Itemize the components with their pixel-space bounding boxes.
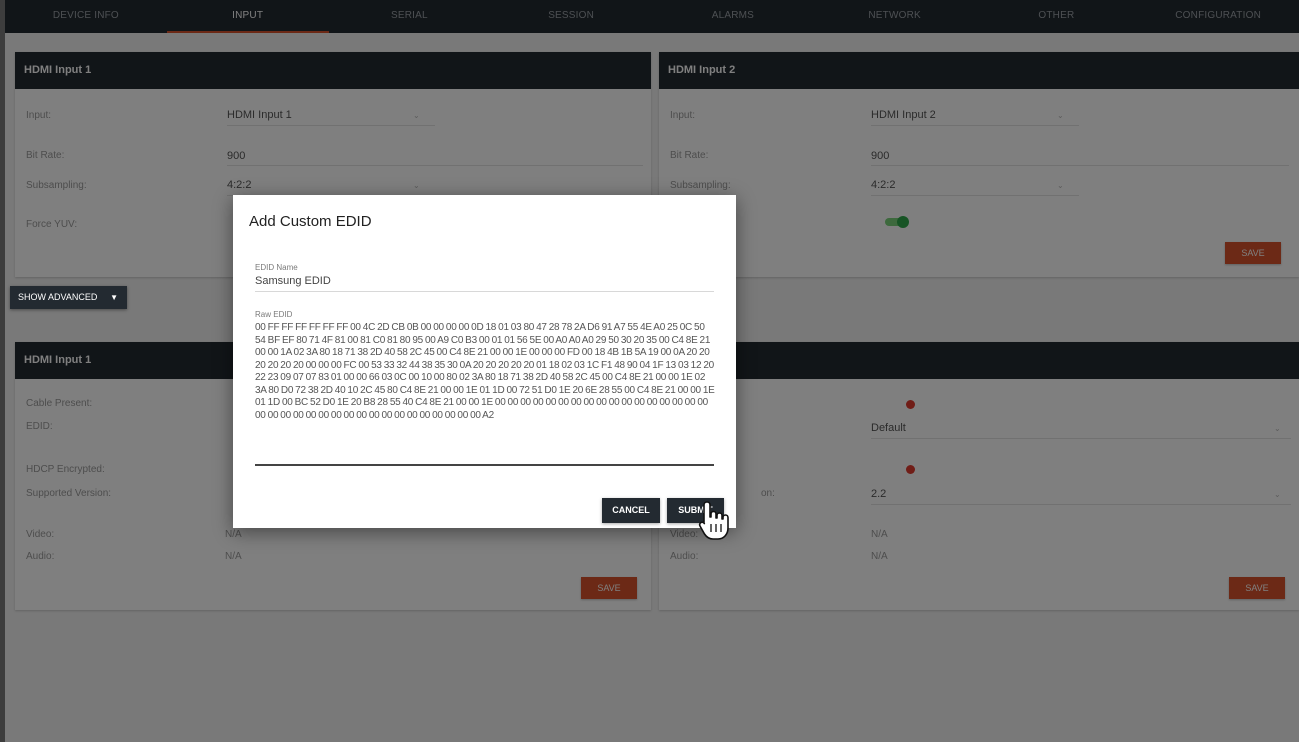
hand-cursor-icon <box>698 501 729 540</box>
add-custom-edid-dialog: Add Custom EDID EDID Name Samsung EDID R… <box>233 195 736 528</box>
show-advanced-button[interactable]: SHOW ADVANCED ▼ <box>10 286 127 309</box>
cancel-button[interactable]: CANCEL <box>602 498 660 523</box>
raw-edid-label: Raw EDID <box>255 310 293 319</box>
edid-name-label: EDID Name <box>255 263 298 272</box>
caret-down-icon: ▼ <box>110 293 118 302</box>
dialog-title: Add Custom EDID <box>249 213 372 230</box>
edid-name-input[interactable]: Samsung EDID <box>255 275 331 287</box>
show-advanced-label: SHOW ADVANCED <box>18 292 98 302</box>
raw-edid-textarea[interactable]: 00 FF FF FF FF FF FF 00 4C 2D CB 0B 00 0… <box>255 322 717 422</box>
